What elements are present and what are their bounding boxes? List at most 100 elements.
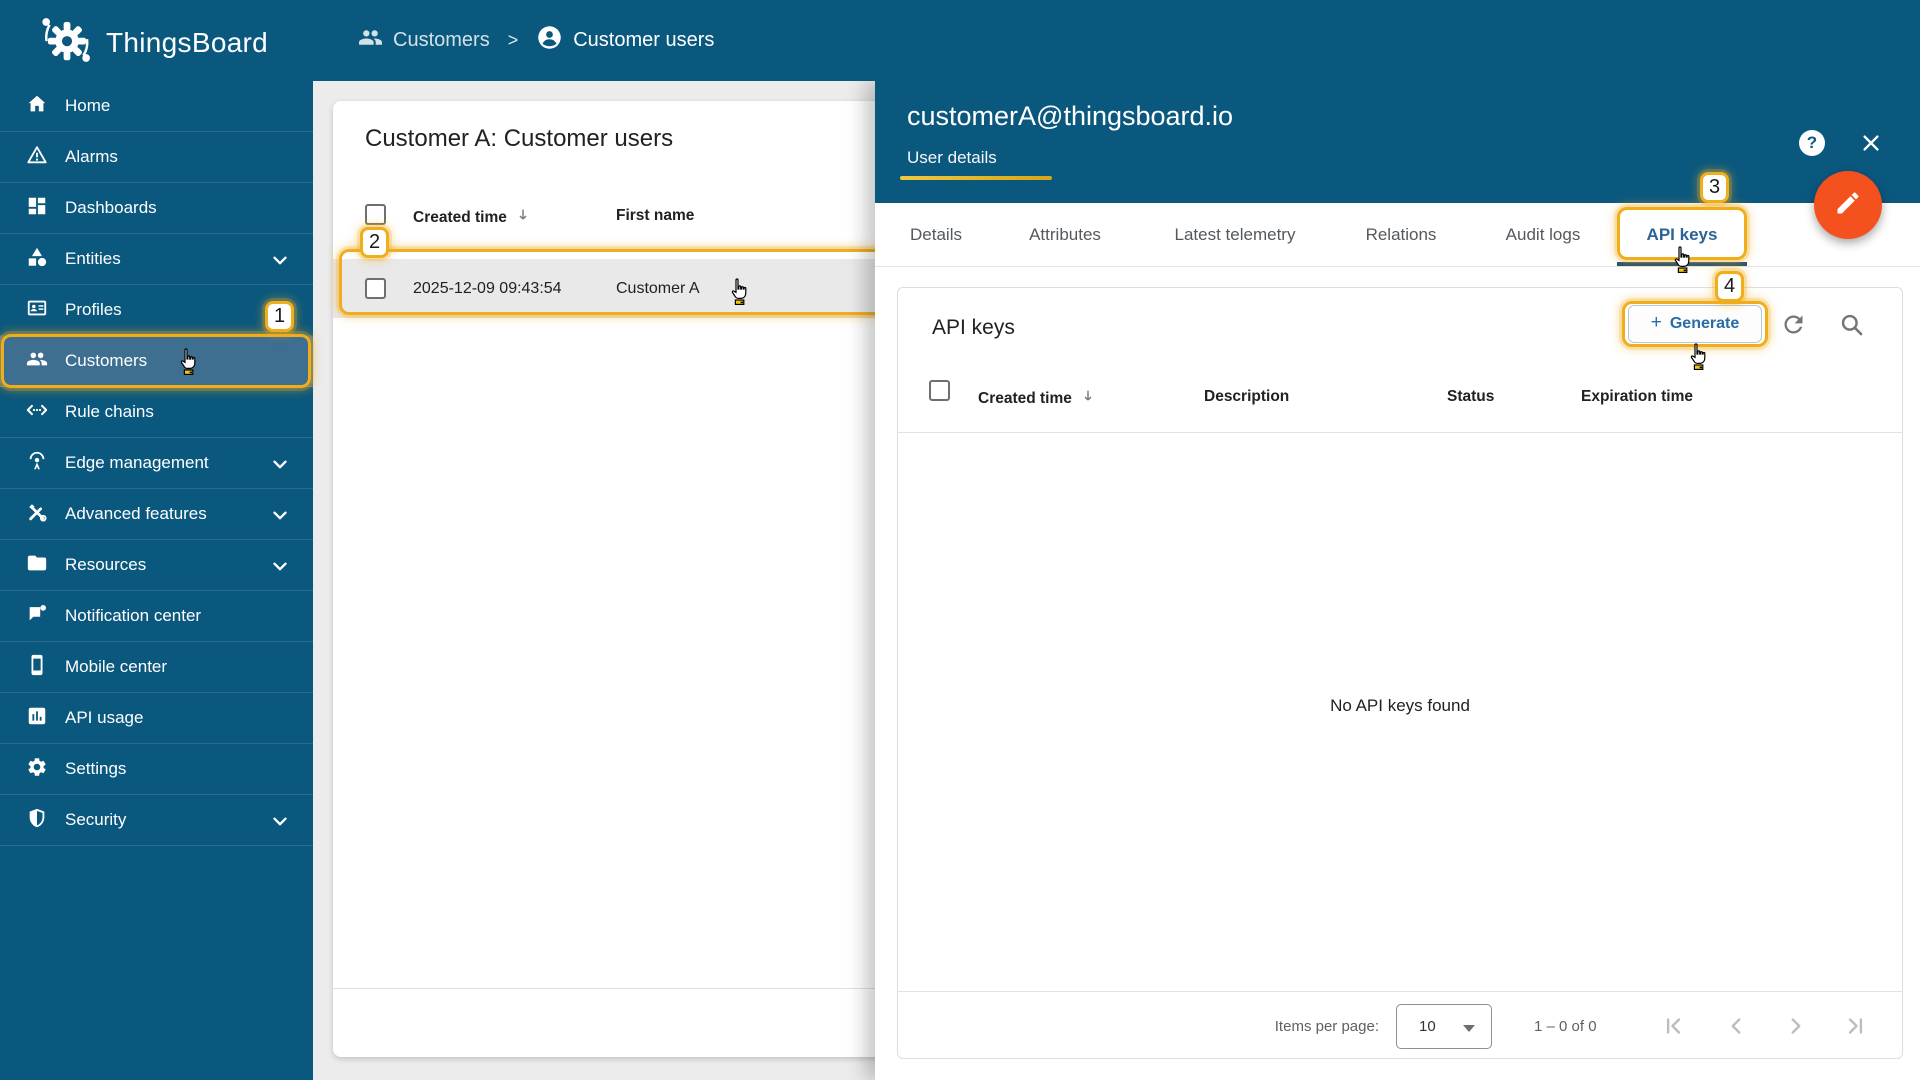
search-icon[interactable]	[1838, 311, 1865, 343]
sidebar-item-entities[interactable]: Entities	[0, 234, 313, 285]
sort-arrow-down-icon	[515, 207, 531, 228]
step-badge-3: 3	[1700, 172, 1729, 203]
breadcrumb-customers[interactable]: Customers	[358, 25, 490, 56]
sidebar-item-resources[interactable]: Resources	[0, 540, 313, 591]
gear-icon	[26, 756, 48, 783]
generate-button-label: Generate	[1669, 315, 1740, 332]
tab-details[interactable]: Details	[910, 203, 962, 267]
cell-first-name: Customer A	[616, 280, 700, 297]
step-badge-4: 4	[1715, 271, 1744, 302]
sidebar: Home Alarms Dashboards Entities Profiles…	[0, 81, 313, 1080]
customers-group-icon	[358, 25, 383, 56]
page-size-select[interactable]: 10	[1396, 1004, 1492, 1049]
tab-audit-logs[interactable]: Audit logs	[1506, 203, 1581, 267]
thingsboard-logo[interactable]: ThingsBoard	[40, 13, 268, 72]
column-header-first-name[interactable]: First name	[616, 207, 694, 225]
breadcrumb-customer-users[interactable]: Customer users	[536, 24, 714, 57]
breadcrumb-customers-label: Customers	[393, 29, 490, 51]
tab-attributes[interactable]: Attributes	[1029, 203, 1101, 267]
sidebar-item-notification-center[interactable]: Notification center	[0, 591, 313, 642]
generate-button[interactable]: + Generate	[1628, 305, 1762, 343]
chart-box-icon	[26, 705, 48, 732]
select-all-checkbox[interactable]	[365, 204, 386, 225]
sidebar-item-home[interactable]: Home	[0, 81, 313, 132]
select-all-api-keys-checkbox[interactable]	[929, 380, 950, 401]
hand-cursor-icon	[727, 277, 751, 307]
smartphone-icon	[26, 654, 48, 681]
chevron-down-icon	[269, 555, 291, 582]
sidebar-item-label: Entities	[65, 249, 121, 268]
edit-fab-button[interactable]	[1814, 171, 1882, 239]
chevron-down-icon	[269, 453, 291, 480]
column-header-description[interactable]: Description	[1204, 388, 1289, 406]
column-header-created-time[interactable]: Created time	[978, 388, 1096, 409]
sidebar-item-label: Settings	[65, 759, 127, 778]
user-details-drawer: customerA@thingsboard.io User details ? …	[875, 81, 1920, 1080]
table-header-divider	[898, 432, 1902, 433]
plus-icon: +	[1650, 312, 1662, 333]
drawer-header: customerA@thingsboard.io User details ?	[875, 81, 1920, 203]
sidebar-item-label: Dashboards	[65, 198, 157, 217]
sidebar-item-settings[interactable]: Settings	[0, 744, 313, 795]
column-header-status[interactable]: Status	[1447, 388, 1494, 406]
column-label: Expiration time	[1581, 388, 1693, 405]
tab-relations[interactable]: Relations	[1366, 203, 1437, 267]
warning-triangle-icon	[26, 144, 48, 171]
people-icon	[26, 348, 48, 375]
user-circle-icon	[536, 24, 563, 57]
shield-icon	[26, 807, 48, 834]
sidebar-item-advanced-features[interactable]: Advanced features	[0, 489, 313, 540]
column-header-expiration-time[interactable]: Expiration time	[1581, 388, 1693, 406]
empty-state-text: No API keys found	[1330, 696, 1470, 715]
sidebar-item-label: Notification center	[65, 606, 202, 625]
first-page-icon[interactable]	[1660, 1013, 1686, 1039]
column-header-created-time[interactable]: Created time	[413, 207, 531, 228]
refresh-icon[interactable]	[1780, 311, 1807, 343]
sidebar-item-rule-chains[interactable]: Rule chains	[0, 387, 313, 438]
dropdown-arrow-icon	[1463, 1025, 1475, 1032]
sidebar-item-label: Rule chains	[65, 402, 154, 421]
sidebar-item-customers[interactable]: Customers	[0, 334, 313, 388]
breadcrumb: Customers > Customer users	[358, 0, 714, 81]
shapes-icon	[26, 246, 48, 273]
column-label: First name	[616, 207, 695, 224]
next-page-icon[interactable]	[1783, 1013, 1809, 1039]
column-label: Status	[1447, 388, 1495, 405]
tab-latest-telemetry[interactable]: Latest telemetry	[1175, 203, 1296, 267]
sidebar-item-label: API usage	[65, 708, 144, 727]
step-badge-2: 2	[360, 227, 389, 258]
sidebar-item-label: Customers	[65, 351, 148, 370]
sidebar-item-mobile-center[interactable]: Mobile center	[0, 642, 313, 693]
folder-icon	[26, 552, 48, 579]
column-label: Created time	[978, 389, 1072, 407]
sidebar-item-alarms[interactable]: Alarms	[0, 132, 313, 183]
table-footer-divider	[333, 988, 953, 989]
hand-cursor-icon	[1670, 245, 1694, 275]
code-chevrons-icon	[26, 399, 48, 426]
pencil-icon	[1834, 189, 1862, 222]
close-icon[interactable]	[1860, 132, 1882, 154]
thingsboard-gear-logo-icon	[40, 13, 94, 72]
sidebar-item-edge-management[interactable]: Edge management	[0, 438, 313, 489]
top-header: ThingsBoard Customers > Customer users	[0, 0, 1920, 81]
hand-cursor-icon	[176, 347, 200, 377]
thingsboard-app: ThingsBoard Customers > Customer users H…	[0, 0, 1920, 1080]
column-label: Description	[1204, 388, 1290, 405]
row-checkbox[interactable]	[365, 278, 386, 299]
badge-icon	[26, 297, 48, 324]
drawer-email-title: customerA@thingsboard.io	[907, 101, 1234, 131]
antenna-icon	[26, 450, 48, 477]
sidebar-item-security[interactable]: Security	[0, 795, 313, 846]
previous-page-icon[interactable]	[1723, 1013, 1749, 1039]
customer-users-card: Customer A: Customer users Created time …	[333, 101, 953, 1057]
chat-dot-icon	[26, 603, 48, 630]
customer-user-row[interactable]: 2025-12-09 09:43:54 Customer A	[333, 259, 953, 318]
last-page-icon[interactable]	[1843, 1013, 1869, 1039]
page-range-label: 1 – 0 of 0	[1534, 1018, 1597, 1035]
help-icon[interactable]: ?	[1799, 130, 1825, 156]
sort-arrow-down-icon	[1080, 388, 1096, 409]
sidebar-item-dashboards[interactable]: Dashboards	[0, 183, 313, 234]
sidebar-item-api-usage[interactable]: API usage	[0, 693, 313, 744]
paginator: Items per page: 10 1 – 0 of 0	[898, 991, 1902, 1059]
sidebar-item-label: Home	[65, 96, 111, 115]
